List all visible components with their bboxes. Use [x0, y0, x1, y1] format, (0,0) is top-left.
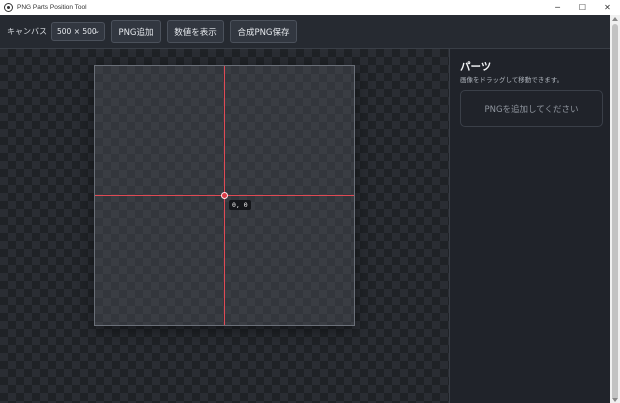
window-title: PNG Parts Position Tool — [17, 4, 87, 11]
title-bar: PNG Parts Position Tool ─ ☐ ✕ — [0, 0, 620, 15]
close-button[interactable]: ✕ — [595, 0, 620, 15]
coordinate-readout: 0, 0 — [229, 200, 251, 210]
minimize-button[interactable]: ─ — [545, 0, 570, 15]
window-controls: ─ ☐ ✕ — [545, 0, 620, 15]
canvas-size-select[interactable]: 500 × 500 ⌄ — [51, 22, 105, 41]
workspace: 0, 0 — [0, 49, 449, 403]
canvas-size-label: キャンバス — [7, 27, 47, 36]
parts-panel: パーツ 画像をドラッグして移動できます。 PNGを追加してください — [449, 49, 610, 403]
scroll-up-arrow-icon[interactable] — [612, 17, 618, 21]
panel-title: パーツ — [460, 61, 492, 73]
parts-empty-state: PNGを追加してください — [460, 90, 603, 127]
canvas-size-value: 500 × 500 — [57, 27, 97, 36]
panel-subtitle: 画像をドラッグして移動できます。 — [460, 76, 564, 84]
add-png-button[interactable]: PNG追加 — [111, 20, 161, 43]
empty-message: PNGを追加してください — [484, 104, 579, 115]
maximize-button[interactable]: ☐ — [570, 0, 595, 15]
show-values-button[interactable]: 数値を表示 — [167, 20, 224, 43]
composition-canvas[interactable]: 0, 0 — [94, 65, 355, 326]
scroll-down-arrow-icon[interactable] — [612, 398, 618, 402]
save-composite-button[interactable]: 合成PNG保存 — [230, 20, 297, 43]
origin-marker-icon[interactable] — [221, 192, 228, 199]
app-icon — [4, 3, 13, 12]
vertical-scrollbar[interactable] — [610, 15, 620, 403]
toolbar: キャンバス 500 × 500 ⌄ PNG追加 数値を表示 合成PNG保存 — [0, 15, 610, 49]
chevron-down-icon: ⌄ — [94, 27, 100, 35]
scroll-thumb[interactable] — [612, 24, 618, 400]
